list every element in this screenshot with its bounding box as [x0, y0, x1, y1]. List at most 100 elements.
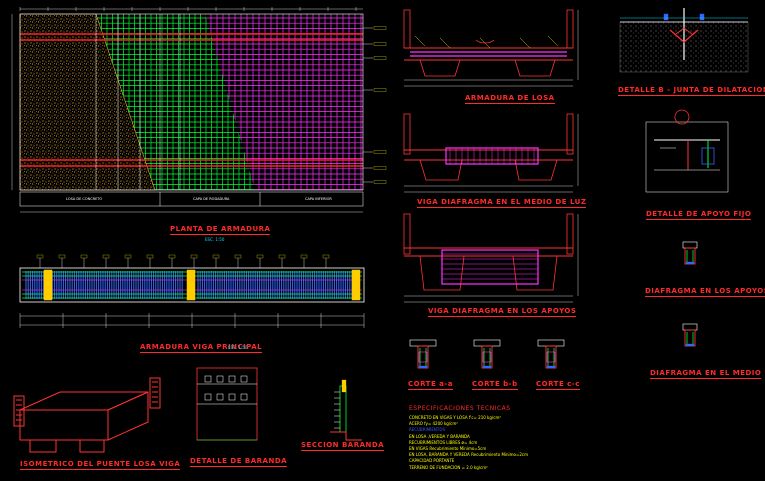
losa-leader: [547, 35, 559, 47]
spec-line: EN VIGAS Recubrimiento Minimo=5cm: [409, 446, 487, 451]
corte-cc-base: [546, 365, 556, 369]
losa-curve: [475, 39, 495, 44]
iso-deck-side: [107, 391, 149, 441]
baranda-post: [216, 375, 224, 383]
sb-post: [339, 385, 347, 433]
losa-beam-r: [514, 59, 556, 77]
sb-curb: [330, 431, 362, 441]
plan-label-left: LOSA DE CONCRETO: [66, 197, 103, 201]
diaf-apoyos-slab: [682, 241, 698, 249]
corte-aa-base: [418, 365, 428, 369]
diaf-medio-base: [685, 343, 695, 347]
title-planta-armadura: PLANTA DE ARMADURA: [170, 225, 271, 235]
corte-aa-web: [417, 345, 429, 369]
title-seccion-baranda: SECCION BARANDA: [301, 441, 385, 451]
beam-marker-tag: [256, 254, 264, 259]
title-armadura-losa: ARMADURA DE LOSA: [465, 94, 555, 104]
losa-leader: [414, 35, 426, 47]
baranda-post: [240, 375, 248, 383]
vm-beam-l: [419, 159, 463, 181]
title-detalle-baranda: DETALLE DE BARANDA: [190, 457, 288, 467]
beam-marker-tag: [278, 254, 286, 259]
plan-leader-label: [373, 150, 387, 154]
spec-line: CAPACIDAD PORTANTE: [409, 458, 455, 464]
title-isometrico: ISOMETRICO DEL PUENTE LOSA VIGA: [20, 460, 181, 470]
title-diafragma-medio: DIAFRAGMA EN EL MEDIO: [650, 369, 762, 379]
plan-leader-label: [373, 88, 387, 92]
plan-leader-label: [373, 180, 387, 184]
beam-marker-tag: [212, 254, 220, 259]
plan-leader-label: [373, 56, 387, 60]
iso-deck-front: [19, 410, 109, 441]
beam-marker-tag: [102, 254, 110, 259]
losa-beam-l: [419, 59, 461, 77]
vm-beam-r: [514, 159, 558, 181]
beam-marker-tag: [80, 254, 88, 259]
corte-cc-web: [545, 345, 557, 369]
vm-parapet-l: [403, 113, 411, 155]
vm-parapet-r: [566, 113, 574, 155]
beam-support: [351, 269, 361, 301]
beam-marker-tag: [234, 254, 242, 259]
diaf-medio-slab: [682, 323, 698, 331]
beam-marker-tag: [124, 254, 132, 259]
beam-marker-tag: [322, 254, 330, 259]
baranda-post: [216, 393, 224, 401]
sb-cap: [341, 379, 347, 393]
spec-heading: ESPECIFICACIONES TECNICAS: [409, 405, 511, 412]
beam-marker-tag: [190, 254, 198, 259]
spec-line: ACERO fy= 4200 kg/cm²: [409, 421, 458, 427]
losa-leader: [439, 37, 451, 49]
beam-support: [186, 269, 196, 301]
diaf-medio-web: [684, 329, 696, 347]
plan-label-right: CAPA INFERIOR: [305, 197, 332, 201]
junta-plate: [663, 13, 669, 21]
junta-plate: [699, 13, 705, 21]
title-viga-diafragma-apoyos: VIGA DIAFRAGMA EN LOS APOYOS: [428, 307, 577, 317]
baranda-post: [228, 375, 236, 383]
scale-planta: ESC. 1:50: [205, 237, 225, 242]
title-corte-bb: CORTE b-b: [472, 380, 518, 390]
baranda-post: [204, 375, 212, 383]
spec-line: RECUBRIMIENTOS LIBRES ø= 4cm: [409, 439, 478, 445]
plan-leader-label: [373, 166, 387, 170]
title-viga-diafragma-medio: VIGA DIAFRAGMA EN EL MEDIO DE LUZ: [417, 198, 587, 208]
cad-drawing: [11, 7, 749, 453]
spec-line: EN LOSA ,VEREDA Y BARANDA: [409, 433, 470, 439]
losa-parapet-l: [403, 9, 411, 49]
baranda-post: [228, 393, 236, 401]
diaf-apoyos-base: [685, 261, 695, 265]
plan-label-center: CAPA DE RODADURA: [193, 197, 230, 201]
title-apoyo-fijo: DETALLE DE APOYO FIJO: [646, 210, 752, 220]
plan-leader-label: [373, 26, 387, 30]
title-corte-aa: CORTE a-a: [408, 380, 454, 390]
apoyo-frame: [645, 121, 729, 193]
scale-viga: ESC. 1:50: [228, 345, 248, 350]
va-beam-r: [512, 255, 558, 291]
beam-marker-tag: [168, 254, 176, 259]
diaf-apoyos-web: [684, 247, 696, 265]
baranda-post: [240, 393, 248, 401]
corte-aa-flange: [409, 339, 437, 347]
losa-parapet-r: [566, 9, 574, 49]
spec-line: EN LOSA, BARANDA Y VEREDA Recubrimiento …: [409, 452, 528, 458]
corte-bb-web: [481, 345, 493, 369]
spec-line: TERRENO DE FUNDACION = 2.0 kg/cm²: [409, 464, 488, 470]
spec-line: CONCRETO EN VIGAS Y LOSA f'c= 210 kg/cm²: [409, 415, 501, 420]
corte-bb-flange: [473, 339, 501, 347]
beam-marker-tag: [58, 254, 66, 259]
iso-beams: [29, 440, 105, 453]
title-corte-cc: CORTE c-c: [536, 380, 580, 390]
losa-leader: [519, 37, 531, 49]
plan-leader-label: [373, 42, 387, 46]
beam-marker-tag: [36, 254, 44, 259]
corte-bb-base: [482, 365, 492, 369]
corte-cc-flange: [537, 339, 565, 347]
beam-marker-tag: [300, 254, 308, 259]
beam-support: [43, 269, 53, 301]
beam-marker-tag: [146, 254, 154, 259]
spec-line: RECUBRIMIENTOS: [409, 427, 446, 433]
title-diafragma-apoyos: DIAFRAGMA EN LOS APOYOS: [645, 287, 765, 297]
baranda-post: [204, 393, 212, 401]
title-junta-dilatacion: DETALLE B - JUNTA DE DILATACION: [618, 86, 765, 96]
